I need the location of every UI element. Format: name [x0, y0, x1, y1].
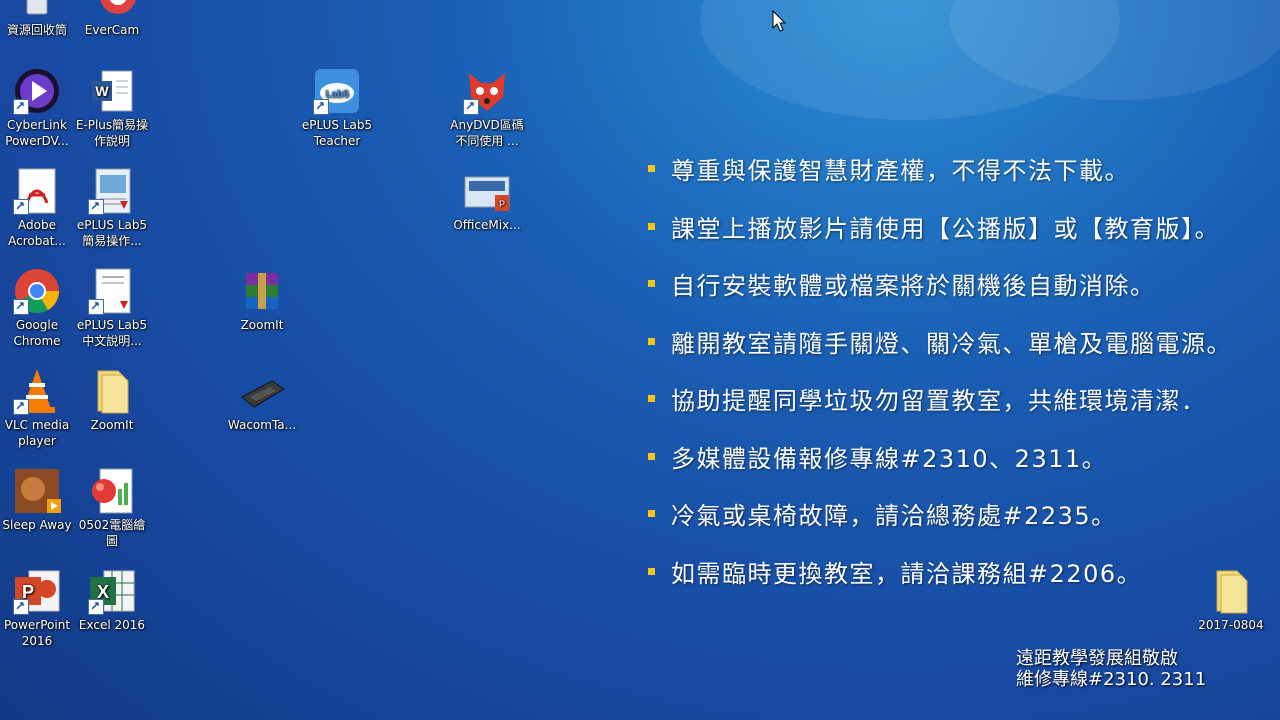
rule-item: 尊重與保護智慧財產權，不得不法下載。	[648, 140, 1232, 198]
word-document-icon: W	[88, 67, 136, 115]
mouse-cursor-icon	[772, 9, 787, 36]
desktop-icon-google-chrome[interactable]: Google Chrome	[0, 267, 74, 349]
desktop-icon-label: Google Chrome	[13, 318, 61, 348]
svg-text:P: P	[499, 199, 505, 209]
svg-text:W: W	[95, 83, 109, 99]
evercam-icon	[88, 0, 136, 20]
powerpoint-icon: P	[13, 567, 61, 615]
desktop-icon-pdf-document[interactable]: ePLUS Lab5 簡易操作...	[75, 167, 149, 249]
desktop-icon-label: Adobe Acrobat...	[8, 218, 66, 248]
desktop-icon-label: 0502電腦繪 圖	[78, 518, 146, 548]
desktop-icon-anydvd[interactable]: AnyDVD區碼 不同使用 ...	[450, 67, 524, 149]
desktop-icon-label: ZoomIt	[240, 318, 284, 332]
wallpaper-footer: 遠距教學發展組敬啟 維修專線#2310. 2311	[1016, 648, 1206, 690]
rule-text: 協助提醒同學垃圾勿留置教室，共維環境清潔．	[671, 387, 1207, 416]
desktop-icon-powerpoint-2016[interactable]: P PowerPoint 2016	[0, 567, 74, 649]
rule-text: 尊重與保護智慧財產權，不得不法下載。	[671, 157, 1130, 186]
folder-icon	[88, 367, 136, 415]
footer-line-1: 遠距教學發展組敬啟	[1016, 648, 1178, 669]
desktop-icon-label: WacomTa...	[227, 418, 297, 432]
desktop-icon-sleep-away[interactable]: Sleep Away	[0, 467, 74, 533]
bullet-icon	[648, 510, 655, 518]
desktop-icon-label: ZoomIt	[90, 418, 134, 432]
desktop-icon-label: Excel 2016	[78, 618, 146, 632]
rule-text: 多媒體設備報修專線#2310、2311。	[671, 444, 1108, 473]
vlc-player-icon	[13, 367, 61, 415]
desktop-icon-excel-2016[interactable]: X Excel 2016	[75, 567, 149, 633]
rule-item: 冷氣或桌椅故障，請洽總務處#2235。	[648, 485, 1232, 543]
wallpaper-rules-list: 尊重與保護智慧財產權，不得不法下載。 課堂上播放影片請使用【公播版】或【教育版】…	[648, 140, 1232, 600]
desktop-icon-label: ePLUS Lab5 中文說明...	[76, 318, 148, 348]
anydvd-icon	[463, 67, 511, 115]
eplus-lab5-teacher-icon: Lab5	[313, 67, 361, 115]
desktop-icon-adobe-acrobat[interactable]: Adobe Acrobat...	[0, 167, 74, 249]
wacom-tablet-icon	[238, 367, 286, 415]
bullet-icon	[648, 395, 655, 403]
desktop-icon-wacom-tablet[interactable]: WacomTa...	[225, 367, 299, 433]
desktop-icon-label: 資源回收筒	[6, 23, 67, 37]
desktop-icon-officemix[interactable]: P OfficeMix...	[450, 167, 524, 233]
desktop-icon-label: PowerPoint 2016	[3, 618, 71, 648]
video-file-icon	[13, 467, 61, 515]
cyberlink-powerdvd-icon	[13, 67, 61, 115]
bullet-icon	[648, 452, 655, 460]
rule-text: 冷氣或桌椅故障，請洽總務處#2235。	[671, 502, 1117, 531]
rule-text: 自行安裝軟體或檔案將於關機後自動消除。	[671, 272, 1156, 301]
pdf-document-icon	[88, 167, 136, 215]
desktop-icon-label: Sleep Away	[2, 518, 72, 532]
desktop-icon-label: CyberLink PowerDV...	[5, 118, 69, 148]
desktop-icon-evercam[interactable]: EverCam	[75, 0, 149, 38]
recycle-bin-icon	[13, 0, 61, 20]
desktop-icon-zoomit-archive[interactable]: ZoomIt	[225, 267, 299, 333]
rule-item: 如需臨時更換教室，請洽課務組#2206。	[648, 543, 1232, 601]
desktop-icon-zoomit-folder[interactable]: ZoomIt	[75, 367, 149, 433]
presentation-file-icon	[88, 467, 136, 515]
desktop-icon-label: OfficeMix...	[453, 218, 521, 232]
excel-icon: X	[88, 567, 136, 615]
desktop-icon-pdf-document[interactable]: ePLUS Lab5 中文說明...	[75, 267, 149, 349]
desktop-icon-label: E-Plus簡易操 作說明	[75, 118, 149, 148]
winrar-archive-icon	[238, 267, 286, 315]
desktop-icon-eplus-lab5-teacher[interactable]: Lab5 ePLUS Lab5 Teacher	[300, 67, 374, 149]
desktop-icon-vlc-media-player[interactable]: VLC media player	[0, 367, 74, 449]
bullet-icon	[648, 222, 655, 230]
rule-item: 協助提醒同學垃圾勿留置教室，共維環境清潔．	[648, 370, 1232, 428]
rule-item: 多媒體設備報修專線#2310、2311。	[648, 428, 1232, 486]
rule-text: 離開教室請隨手關燈、關冷氣、單槍及電腦電源。	[671, 329, 1232, 358]
desktop-icon-label: EverCam	[84, 23, 140, 37]
desktop-icon-cyberlink-powerdvd[interactable]: CyberLink PowerDV...	[0, 67, 74, 149]
desktop-icon-label: ePLUS Lab5 簡易操作...	[76, 218, 148, 248]
bullet-icon	[648, 567, 655, 575]
rule-item: 自行安裝軟體或檔案將於關機後自動消除。	[648, 255, 1232, 313]
officemix-icon: P	[463, 167, 511, 215]
footer-line-2: 維修專線#2310. 2311	[1016, 669, 1207, 690]
rule-text: 課堂上播放影片請使用【公播版】或【教育版】。	[671, 214, 1220, 243]
adobe-acrobat-icon	[13, 167, 61, 215]
bullet-icon	[648, 165, 655, 173]
desktop-icon-label: VLC media player	[4, 418, 70, 448]
desktop-icon-label: AnyDVD區碼 不同使用 ...	[450, 118, 524, 148]
desktop-icon-label: 2017-0804	[1198, 618, 1264, 632]
desktop-icon-label: ePLUS Lab5 Teacher	[301, 118, 373, 148]
google-chrome-icon	[13, 267, 61, 315]
bullet-icon	[648, 280, 655, 288]
rule-item: 離開教室請隨手關燈、關冷氣、單槍及電腦電源。	[648, 313, 1232, 371]
desktop-icon-0502-presentation[interactable]: 0502電腦繪 圖	[75, 467, 149, 549]
desktop-icon-word-document[interactable]: W E-Plus簡易操 作說明	[75, 67, 149, 149]
pdf-document-icon	[88, 267, 136, 315]
rule-item: 課堂上播放影片請使用【公播版】或【教育版】。	[648, 198, 1232, 256]
rule-text: 如需臨時更換教室，請洽課務組#2206。	[671, 559, 1143, 588]
desktop-icon-recycle-bin[interactable]: 資源回收筒	[0, 0, 74, 38]
bullet-icon	[648, 337, 655, 345]
